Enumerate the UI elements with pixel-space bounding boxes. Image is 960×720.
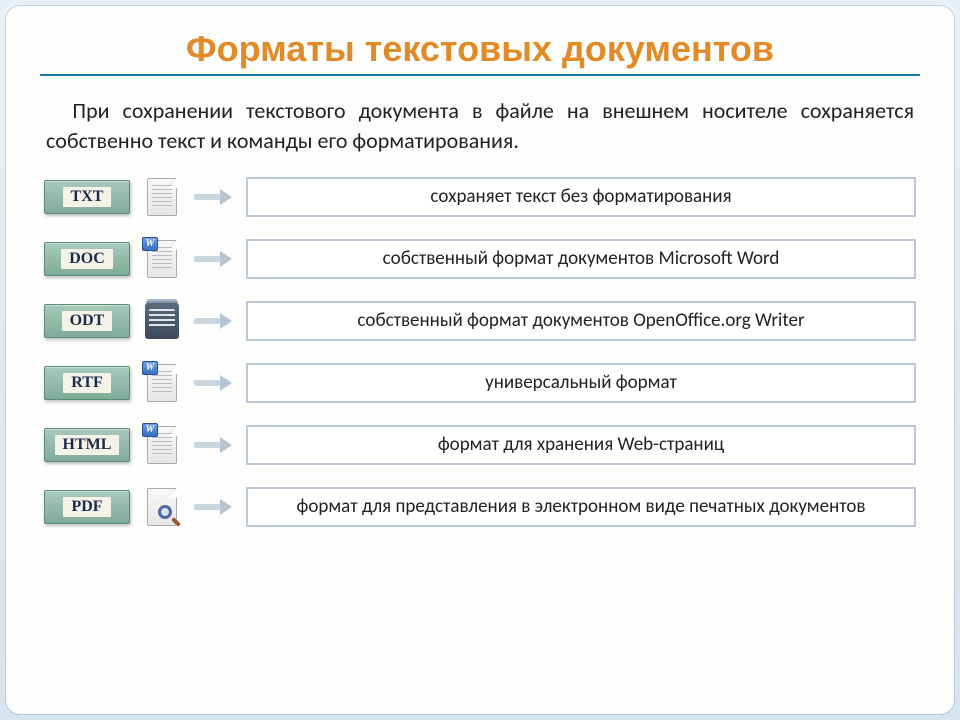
badge-label: RTF [63, 373, 110, 393]
intro-paragraph: При сохранении текстового документа в фа… [46, 96, 914, 155]
badge-txt: TXT [44, 180, 130, 214]
openoffice-file-icon [144, 301, 180, 341]
pdf-file-icon [144, 487, 180, 527]
badge-label: TXT [63, 187, 112, 207]
badge-label: HTML [55, 435, 120, 455]
format-list: TXT сохраняет текст без форматирования D… [36, 177, 924, 527]
arrow-icon [194, 437, 232, 453]
html-file-icon: W [144, 425, 180, 465]
arrow-icon [194, 499, 232, 515]
format-row-html: HTML W формат для хранения Web-страниц [44, 425, 916, 465]
slide-frame: Форматы текстовых документов При сохране… [6, 6, 954, 714]
format-row-pdf: PDF формат для представления в электронн… [44, 487, 916, 527]
desc-txt: сохраняет текст без форматирования [246, 177, 916, 217]
arrow-icon [194, 251, 232, 267]
format-row-doc: DOC W собственный формат документов Micr… [44, 239, 916, 279]
desc-html: формат для хранения Web-страниц [246, 425, 916, 465]
desc-doc: собственный формат документов Microsoft … [246, 239, 916, 279]
arrow-icon [194, 313, 232, 329]
rtf-file-icon: W [144, 363, 180, 403]
badge-odt: ODT [44, 304, 130, 338]
format-row-txt: TXT сохраняет текст без форматирования [44, 177, 916, 217]
badge-label: DOC [61, 249, 113, 269]
title-underline [40, 74, 920, 76]
slide-title: Форматы текстовых документов [36, 28, 924, 70]
desc-pdf: формат для представления в электронном в… [246, 487, 916, 527]
arrow-icon [194, 189, 232, 205]
arrow-icon [194, 375, 232, 391]
badge-label: ODT [62, 311, 113, 331]
badge-pdf: PDF [44, 490, 130, 524]
format-row-odt: ODT собственный формат документов OpenOf… [44, 301, 916, 341]
text-file-icon [144, 177, 180, 217]
badge-rtf: RTF [44, 366, 130, 400]
word-file-icon: W [144, 239, 180, 279]
desc-odt: собственный формат документов OpenOffice… [246, 301, 916, 341]
desc-rtf: универсальный формат [246, 363, 916, 403]
badge-doc: DOC [44, 242, 130, 276]
format-row-rtf: RTF W универсальный формат [44, 363, 916, 403]
badge-label: PDF [63, 497, 110, 517]
badge-html: HTML [44, 428, 130, 462]
